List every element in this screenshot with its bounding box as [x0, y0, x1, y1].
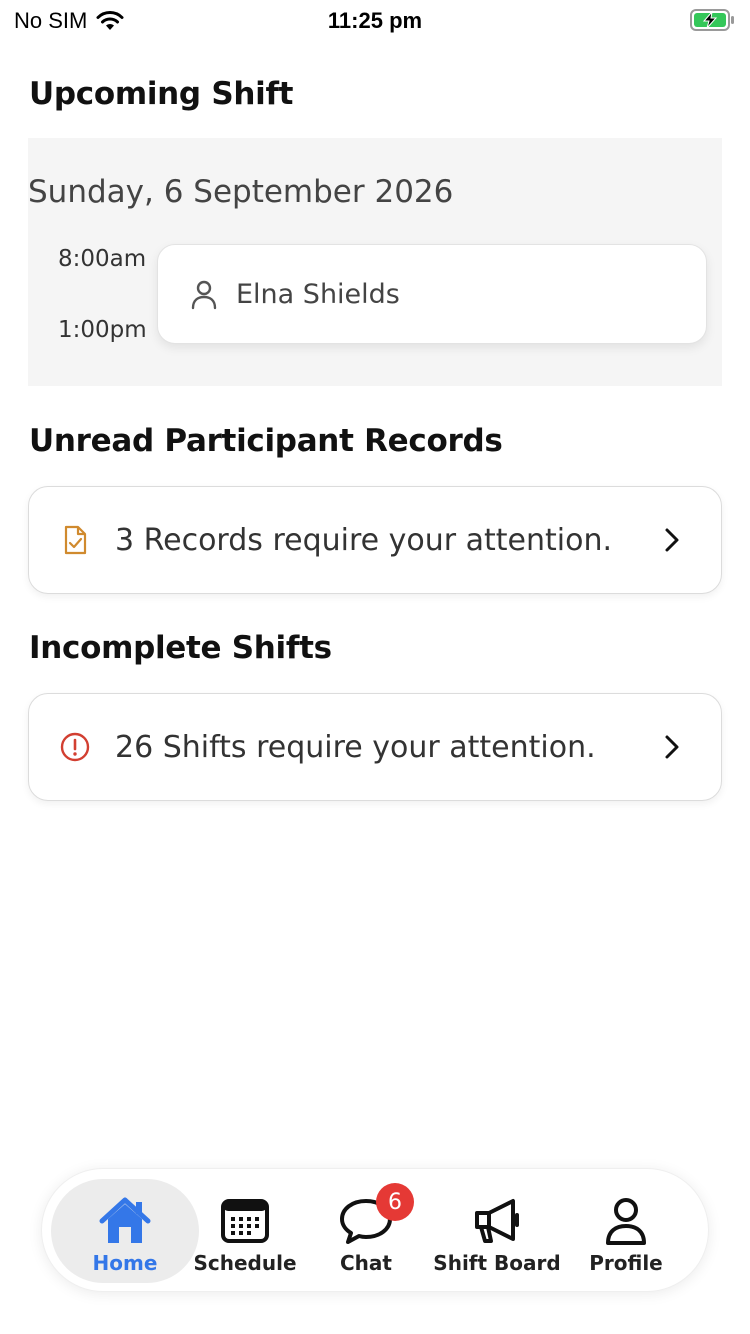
- shift-start-time: 8:00am: [58, 246, 147, 272]
- status-time: 11:25 pm: [327, 8, 423, 33]
- status-right: [690, 8, 736, 37]
- participant-name: Elna Shields: [236, 278, 400, 310]
- unread-records-title: Unread Participant Records: [29, 423, 503, 459]
- upcoming-shift-title: Upcoming Shift: [29, 76, 294, 112]
- tab-schedule[interactable]: Schedule: [188, 1179, 302, 1283]
- tab-home[interactable]: Home: [51, 1179, 199, 1283]
- tab-profile-label: Profile: [589, 1251, 663, 1275]
- home-icon: [99, 1197, 151, 1243]
- tab-home-label: Home: [92, 1251, 158, 1275]
- tab-schedule-label: Schedule: [193, 1251, 297, 1275]
- tab-chat-label: Chat: [340, 1251, 392, 1275]
- person-icon: [606, 1198, 646, 1245]
- bottom-tab-bar: Home Schedule Chat 6 Shift Board Profile: [41, 1168, 709, 1292]
- tab-shift-board[interactable]: Shift Board: [430, 1179, 564, 1283]
- alert-circle-icon: [60, 732, 90, 762]
- tab-shift-board-label: Shift Board: [433, 1251, 561, 1275]
- chat-unread-badge: 6: [376, 1183, 414, 1221]
- unread-records-message: 3 Records require your attention.: [115, 522, 613, 558]
- chevron-right-icon: [665, 735, 679, 759]
- status-bar: No SIM 11:25 pm: [0, 0, 750, 40]
- battery-charging-icon: [690, 9, 734, 31]
- incomplete-shifts-message: 26 Shifts require your attention.: [115, 729, 596, 765]
- upcoming-shift-panel: Sunday, 6 September 2026 8:00am 1:00pm E…: [28, 138, 722, 386]
- calendar-icon: [221, 1199, 269, 1243]
- unread-records-card[interactable]: 3 Records require your attention.: [28, 486, 722, 594]
- person-icon: [191, 280, 217, 310]
- tab-chat[interactable]: Chat 6: [316, 1179, 416, 1283]
- chevron-right-icon: [665, 528, 679, 552]
- document-check-icon: [64, 525, 87, 555]
- incomplete-shifts-title: Incomplete Shifts: [29, 630, 332, 666]
- shift-participant-card[interactable]: Elna Shields: [157, 244, 707, 344]
- megaphone-icon: [475, 1199, 519, 1243]
- shift-end-time: 1:00pm: [58, 317, 147, 343]
- shift-date: Sunday, 6 September 2026: [28, 174, 454, 210]
- incomplete-shifts-card[interactable]: 26 Shifts require your attention.: [28, 693, 722, 801]
- tab-profile[interactable]: Profile: [576, 1179, 676, 1283]
